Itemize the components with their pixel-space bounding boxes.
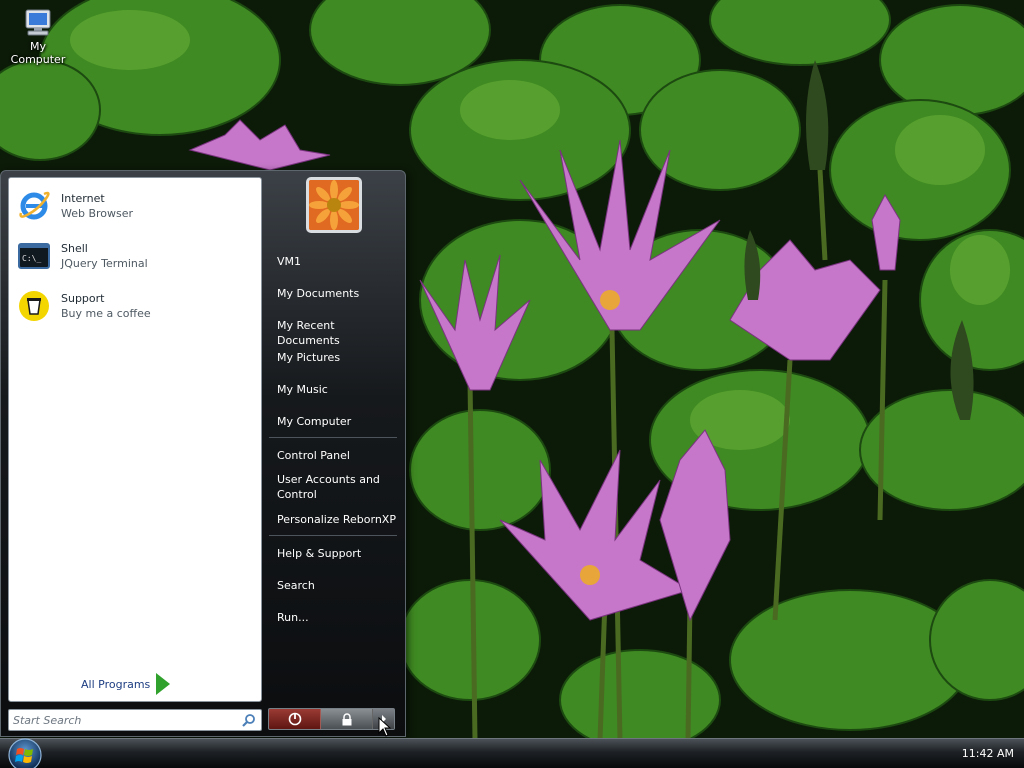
power-button-bar xyxy=(268,708,395,730)
svg-text:C:\_: C:\_ xyxy=(22,254,41,263)
menu-item-user-accounts[interactable]: User Accounts and Control xyxy=(277,472,397,502)
menu-separator xyxy=(269,535,397,536)
coffee-icon xyxy=(17,289,51,323)
pinned-item-title: Internet xyxy=(61,192,105,205)
all-programs-label: All Programs xyxy=(81,677,151,691)
user-name-link[interactable]: VM1 xyxy=(277,254,397,269)
internet-explorer-icon xyxy=(17,189,51,223)
computer-icon xyxy=(22,8,54,38)
lock-button[interactable] xyxy=(321,709,373,729)
taskbar xyxy=(0,738,1024,768)
user-avatar[interactable] xyxy=(306,177,362,233)
start-menu-programs-pane: Internet Web Browser C:\_ Shell JQuery T… xyxy=(8,177,262,702)
menu-item-my-pictures[interactable]: My Pictures xyxy=(277,350,397,365)
menu-item-my-recent-documents[interactable]: My Recent Documents xyxy=(277,318,397,348)
pinned-item-subtitle: Web Browser xyxy=(61,207,134,220)
lock-icon xyxy=(342,712,351,725)
menu-item-my-music[interactable]: My Music xyxy=(277,382,397,397)
pinned-item-shell[interactable]: C:\_ Shell JQuery Terminal xyxy=(17,236,257,276)
desktop-icon-my-computer[interactable]: My Computer xyxy=(2,8,74,66)
pinned-item-title: Shell xyxy=(61,242,88,255)
menu-item-control-panel[interactable]: Control Panel xyxy=(277,448,397,463)
taskbar-clock[interactable]: 11:42 AM xyxy=(962,747,1014,760)
windows-logo-icon xyxy=(8,738,42,768)
menu-item-my-computer[interactable]: My Computer xyxy=(277,414,397,429)
arrow-right-icon xyxy=(156,673,171,695)
menu-separator xyxy=(269,437,397,438)
mouse-cursor-icon xyxy=(378,716,392,738)
menu-item-run[interactable]: Run... xyxy=(277,610,397,625)
menu-item-help-support[interactable]: Help & Support xyxy=(277,546,397,561)
search-icon[interactable] xyxy=(241,713,257,729)
pinned-item-subtitle: JQuery Terminal xyxy=(61,257,148,270)
pinned-item-title: Support xyxy=(61,292,105,305)
power-button[interactable] xyxy=(269,709,321,729)
menu-item-personalize[interactable]: Personalize RebornXP xyxy=(277,512,397,527)
pinned-item-support[interactable]: Support Buy me a coffee xyxy=(17,286,257,326)
start-search-input[interactable] xyxy=(13,712,237,728)
desktop-icon-label: My Computer xyxy=(10,40,66,66)
power-icon xyxy=(288,712,301,726)
terminal-icon: C:\_ xyxy=(17,239,51,273)
pinned-item-internet[interactable]: Internet Web Browser xyxy=(17,186,257,226)
start-search-box[interactable] xyxy=(8,709,262,731)
start-button[interactable] xyxy=(3,737,47,768)
menu-item-my-documents[interactable]: My Documents xyxy=(277,286,397,301)
start-menu: Internet Web Browser C:\_ Shell JQuery T… xyxy=(0,170,406,737)
menu-item-search[interactable]: Search xyxy=(277,578,397,593)
all-programs-button[interactable]: All Programs xyxy=(81,673,171,695)
pinned-item-subtitle: Buy me a coffee xyxy=(61,307,151,320)
